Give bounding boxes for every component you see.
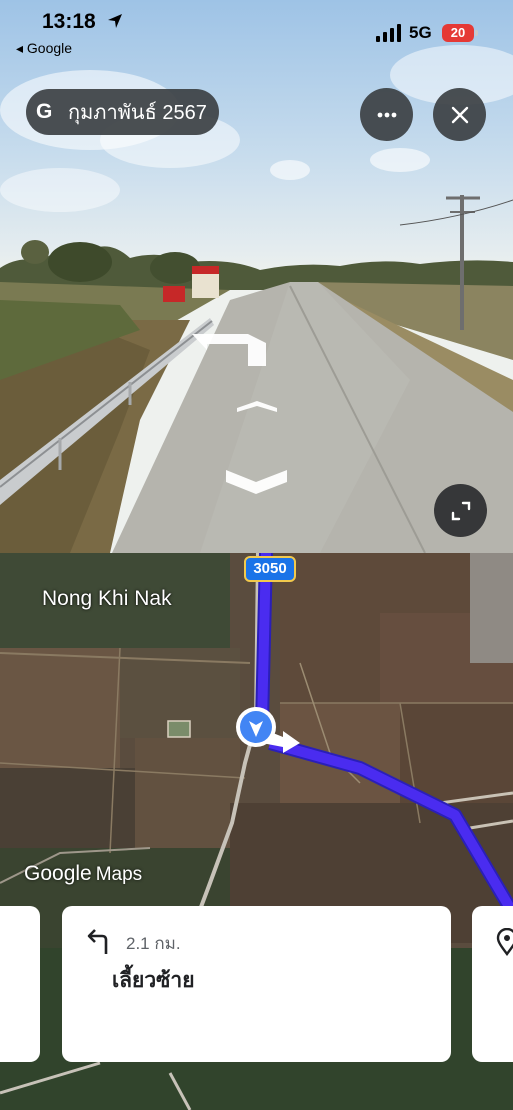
logo-google-text: Google (24, 862, 92, 885)
capture-date-pill[interactable]: G กุมภาพันธ์ 2567 (26, 89, 219, 135)
street-view-scene[interactable] (0, 0, 513, 553)
back-to-google-link[interactable]: ◂ Google (16, 40, 72, 57)
more-icon (377, 112, 396, 117)
google-g-icon: G (36, 100, 53, 123)
next-step-card[interactable] (472, 906, 513, 1062)
current-step-card[interactable]: 2.1 กม. เลี้ยวซ้าย (62, 906, 451, 1062)
step-distance: 2.1 กม. (126, 934, 181, 953)
place-label: Nong Khi Nak (42, 587, 172, 610)
street-view-panel[interactable]: 13:18 ◂ Google 5G 20 G กุมภาพันธ์ 2567 (0, 0, 513, 553)
logo-maps-text: Maps (95, 864, 143, 885)
google-maps-logo: Google Maps (24, 862, 142, 886)
turn-left-icon (87, 929, 108, 954)
previous-step-card[interactable] (0, 906, 40, 1062)
battery-indicator: 20 (442, 24, 478, 42)
road-number-shield: 3050 (244, 556, 296, 582)
status-time: 13:18 (42, 10, 96, 33)
status-bar: 13:18 ◂ Google 5G 20 (0, 0, 513, 64)
place-pin-icon (496, 928, 513, 956)
close-button[interactable] (433, 88, 486, 141)
step-instruction: เลี้ยวซ้าย (112, 969, 195, 992)
expand-icon (451, 501, 470, 520)
network-type: 5G (409, 23, 432, 42)
signal-bars-icon (376, 24, 401, 42)
close-icon (451, 106, 468, 123)
capture-date: กุมภาพันธ์ 2567 (68, 102, 207, 124)
more-options-button[interactable] (360, 88, 413, 141)
expand-button[interactable] (434, 484, 487, 537)
location-arrow-icon (108, 14, 122, 28)
